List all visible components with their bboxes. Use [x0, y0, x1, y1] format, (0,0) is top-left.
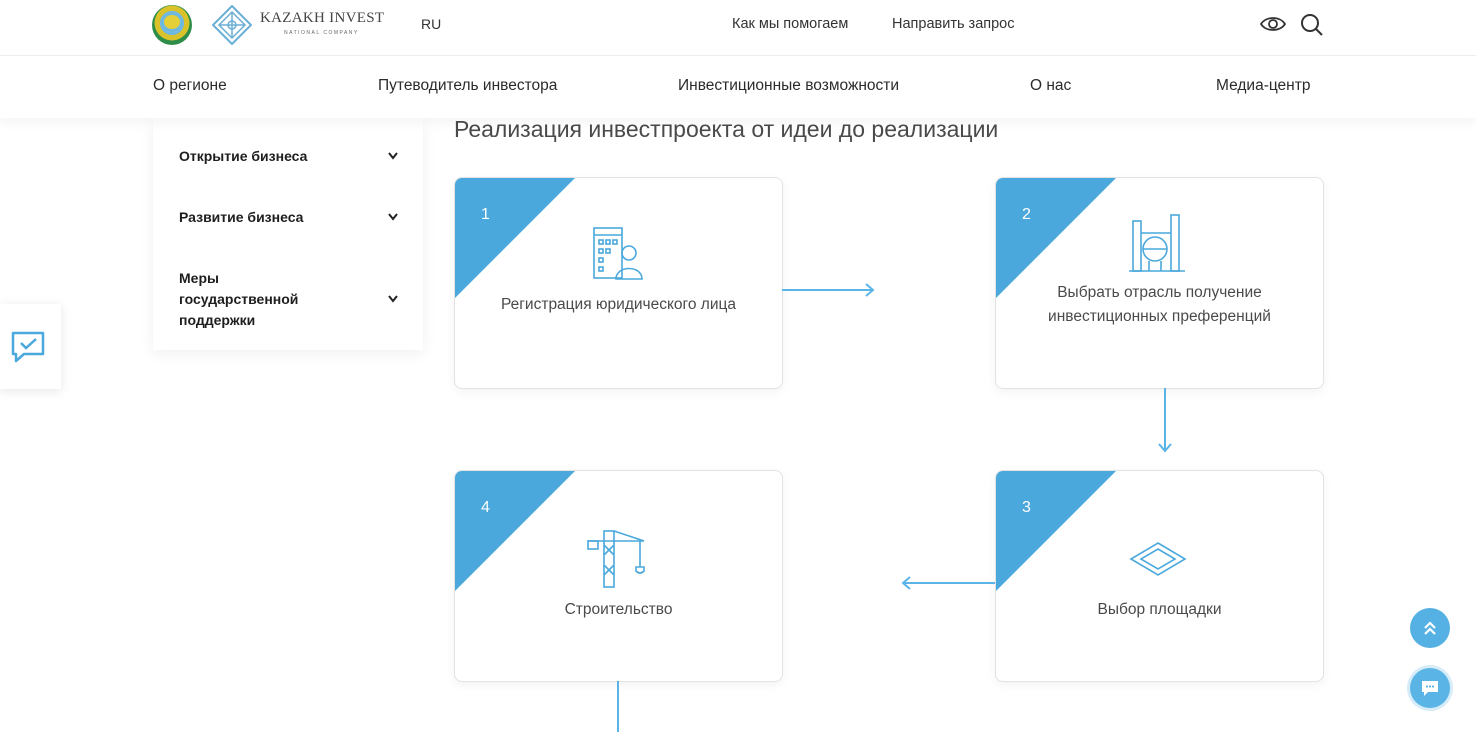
top-bar: KAZAKH INVEST NATIONAL COMPANY RU Как мы…	[0, 0, 1476, 56]
double-chevron-up-icon	[1424, 621, 1436, 635]
step-number: 4	[481, 499, 490, 516]
step-corner	[996, 471, 1116, 591]
feedback-check-icon	[11, 331, 45, 363]
scroll-to-top-button[interactable]	[1410, 608, 1450, 648]
kazakh-invest-logo-icon[interactable]	[212, 5, 252, 45]
step-card-3: 3 Выбор площадки	[995, 470, 1324, 682]
brand-subtitle: NATIONAL COMPANY	[284, 30, 359, 36]
sidebar-item-business-opening[interactable]: Открытие бизнеса	[179, 146, 369, 167]
nav-investor-guide[interactable]: Путеводитель инвестора	[378, 77, 557, 95]
step-card-1: 1 Регистрация юридического лица	[454, 177, 783, 389]
chevron-down-icon[interactable]	[388, 213, 398, 221]
brand-name[interactable]: KAZAKH INVEST	[260, 10, 384, 27]
page-title: Реализация инвестпроекта от идеи до реал…	[454, 116, 999, 142]
step-corner	[996, 178, 1116, 298]
link-how-we-help[interactable]: Как мы помогаем	[732, 16, 848, 32]
arrow-right-icon	[782, 283, 875, 297]
step-label: Регистрация юридического лица	[501, 296, 736, 313]
factory-icon	[1129, 214, 1185, 272]
sidebar-item-business-development[interactable]: Развитие бизнеса	[179, 207, 369, 228]
nav-investment-opportunities[interactable]: Инвестиционные возможности	[678, 77, 899, 95]
step-number: 3	[1022, 499, 1031, 516]
arrow-left-icon	[901, 576, 995, 590]
language-switch[interactable]: RU	[421, 16, 441, 32]
land-plot-icon	[1129, 542, 1187, 576]
step-corner	[455, 471, 575, 591]
arrow-down-icon	[1158, 388, 1172, 453]
nav-media-center[interactable]: Медиа-центр	[1216, 77, 1310, 95]
connector-line	[617, 681, 619, 732]
building-user-icon	[593, 227, 643, 280]
nav-about-region[interactable]: О регионе	[153, 77, 227, 95]
sidebar-item-state-support[interactable]: Меры государственной поддержки	[179, 268, 329, 331]
step-card-2: 2 Выбрать отрасль получение инвестиционн…	[995, 177, 1324, 389]
step-label: Строительство	[564, 601, 673, 618]
eye-icon[interactable]	[1260, 14, 1286, 34]
region-emblem-logo[interactable]	[152, 5, 192, 45]
chevron-down-icon[interactable]	[388, 152, 398, 160]
step-label: Выбор площадки	[1097, 601, 1222, 618]
step-corner	[455, 178, 575, 298]
step-label: Выбрать отрасль получение инвестиционных…	[1048, 284, 1271, 325]
feedback-tab[interactable]	[0, 304, 61, 389]
chat-button[interactable]	[1410, 668, 1450, 708]
search-icon[interactable]	[1300, 13, 1324, 37]
step-number: 1	[481, 206, 490, 223]
chevron-down-icon[interactable]	[388, 295, 398, 303]
link-send-request[interactable]: Направить запрос	[892, 16, 1015, 32]
main-navigation: О регионе Путеводитель инвестора Инвести…	[0, 56, 1476, 118]
step-number: 2	[1022, 206, 1031, 223]
chat-bubble-icon	[1422, 681, 1438, 696]
sidebar-menu: Открытие бизнеса Развитие бизнеса Меры г…	[153, 118, 423, 350]
step-card-4: 4 Строительство	[454, 470, 783, 682]
crane-icon	[587, 530, 645, 588]
nav-about-us[interactable]: О нас	[1030, 77, 1071, 95]
